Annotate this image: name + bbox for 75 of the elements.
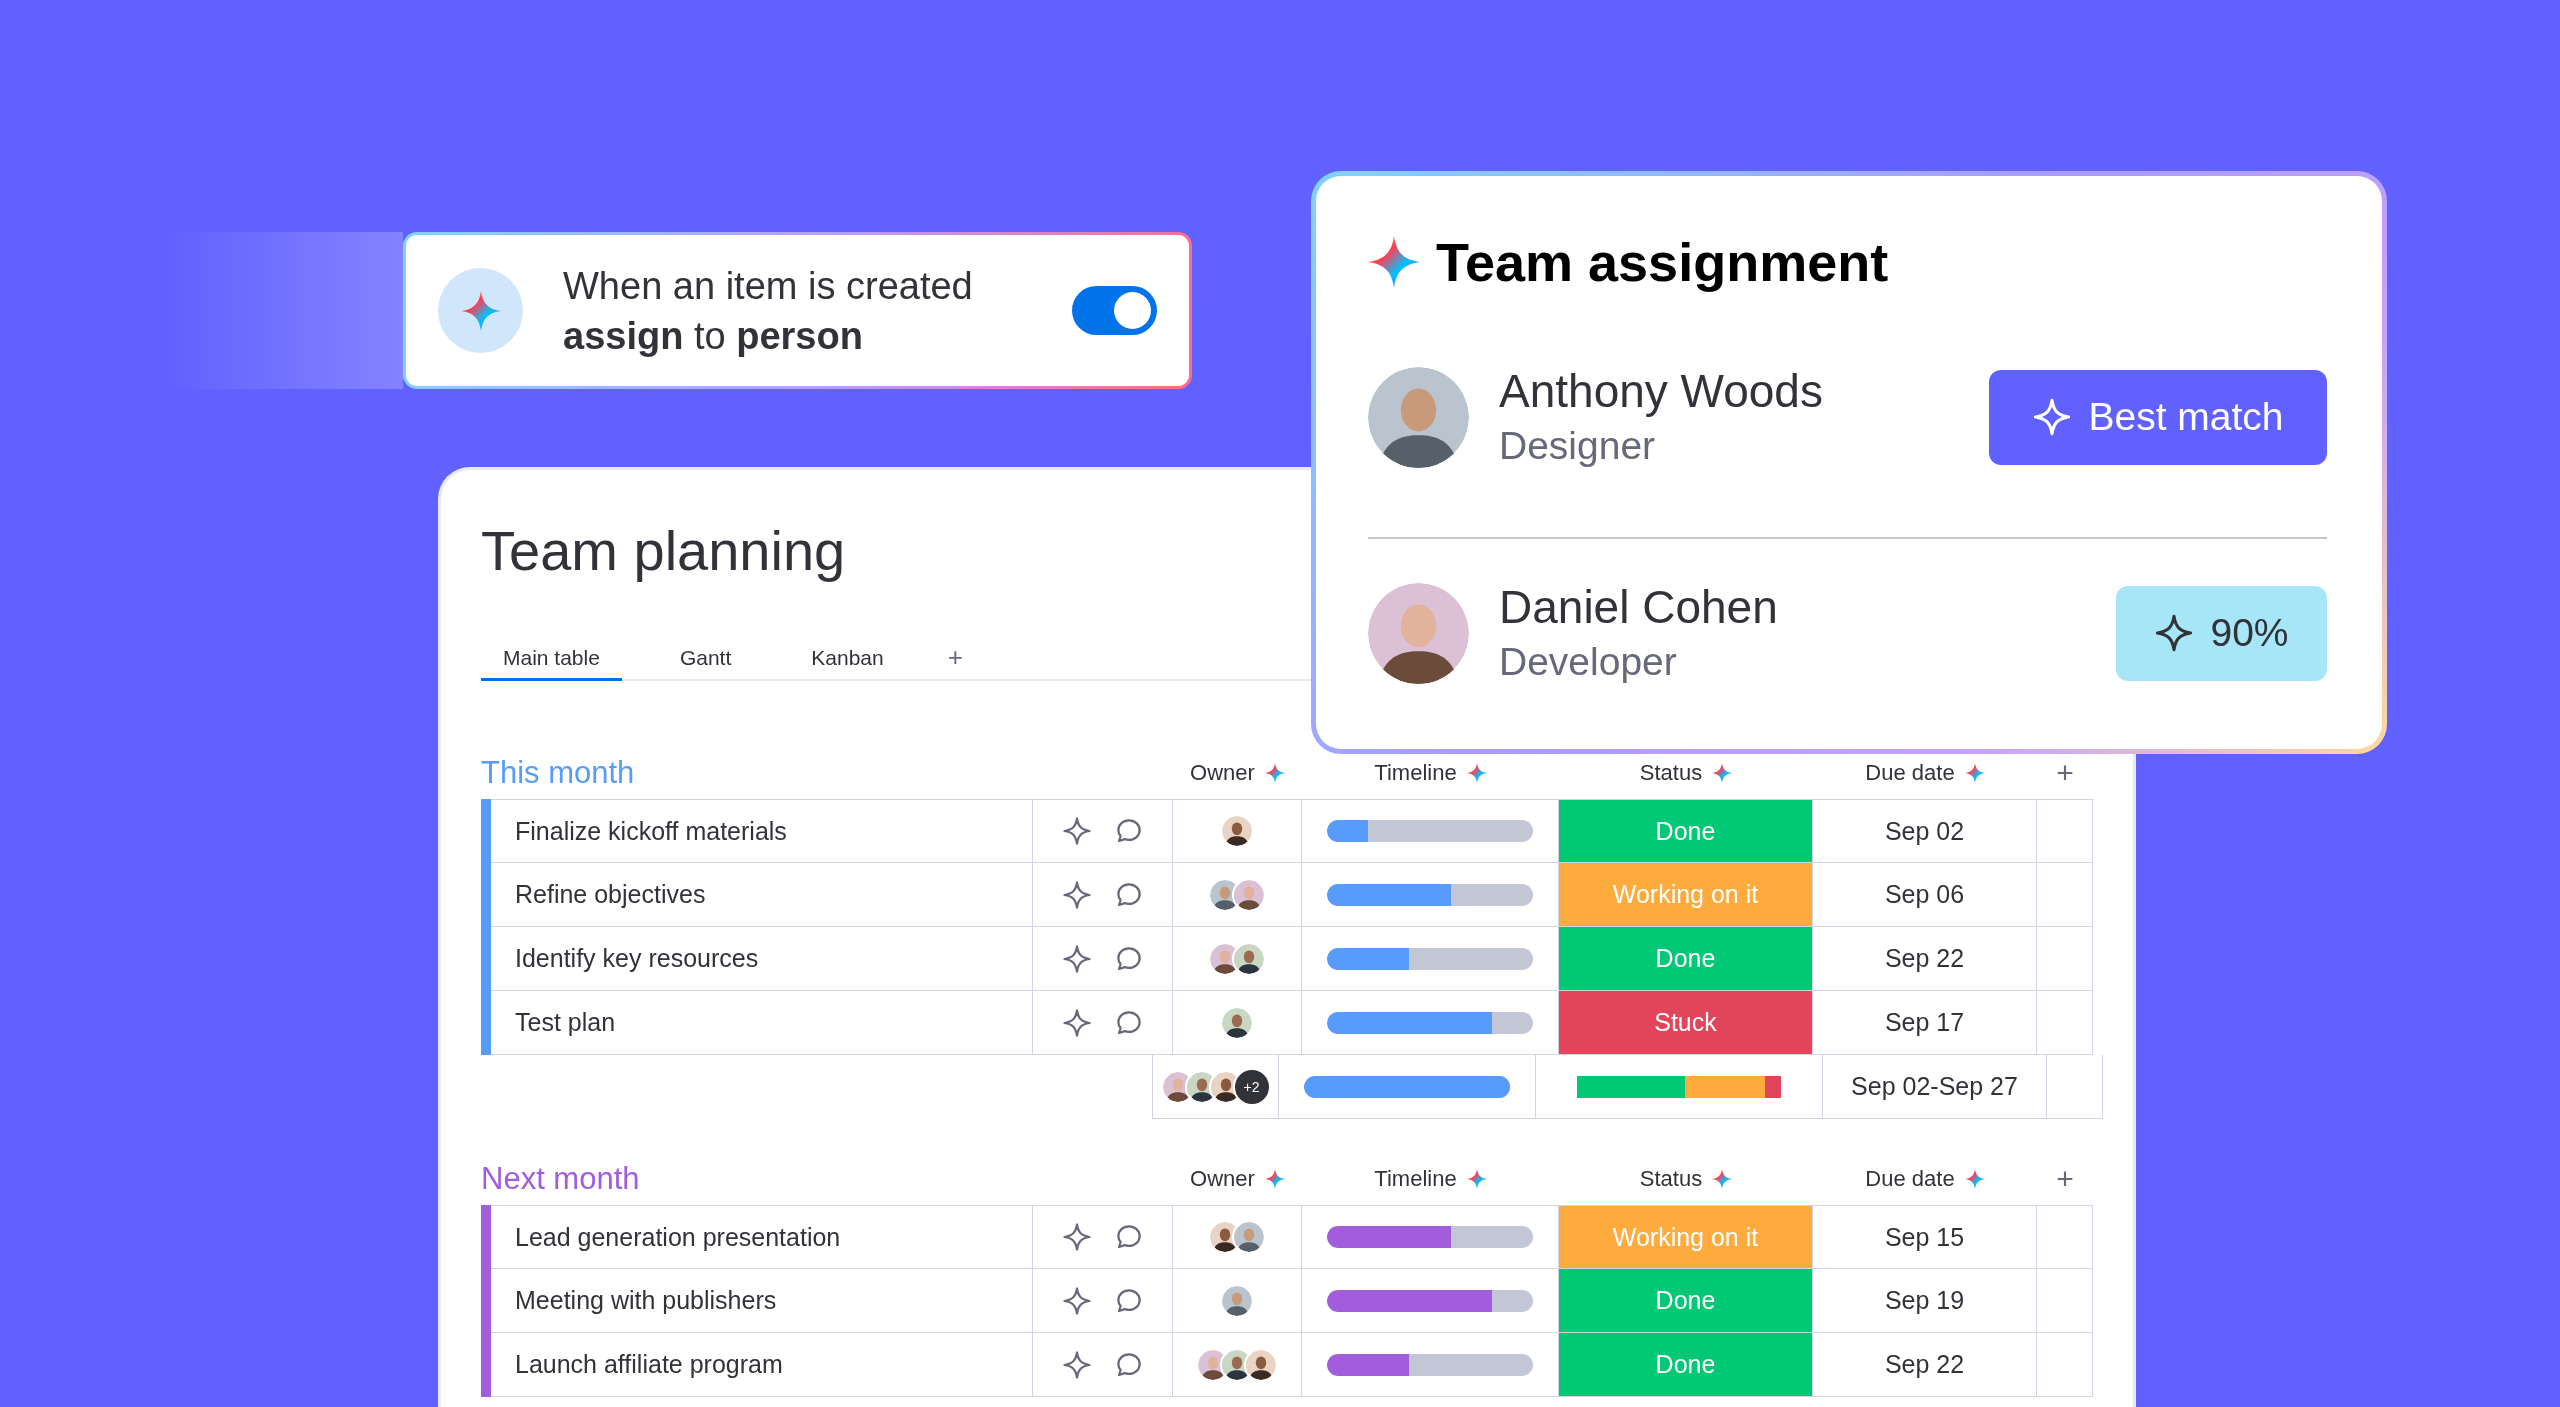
sparkle-icon: [1061, 1349, 1092, 1380]
due-date: Sep 15: [1884, 1222, 1965, 1252]
sparkle-icon: [2154, 613, 2195, 653]
sparkle-icon: [2032, 397, 2073, 437]
group-title[interactable]: This month: [481, 755, 1173, 791]
due-date: Sep 06: [1884, 880, 1965, 909]
timeline-bar[interactable]: [1327, 1226, 1533, 1248]
sparkle-icon: [1061, 1222, 1092, 1252]
sparkle-icon: [1061, 943, 1092, 974]
column-header: Timeline: [1374, 1166, 1457, 1192]
timeline-bar[interactable]: [1327, 947, 1533, 970]
trigger-text: When an item is created: [563, 263, 974, 309]
sparkle-icon: [1061, 1007, 1092, 1038]
person-avatar: [1232, 1220, 1266, 1254]
status-label[interactable]: Stuck: [1559, 991, 1813, 1055]
person-avatar: [1220, 1005, 1254, 1040]
more-owners-badge: +2: [1232, 1067, 1271, 1106]
due-date: Sep 02: [1884, 816, 1965, 846]
sparkle-icon: [1264, 763, 1285, 783]
timeline-bar[interactable]: [1327, 1289, 1533, 1312]
date-range: Sep 02-Sep 27: [1851, 1072, 2018, 1101]
column-header: Due date: [1865, 760, 1955, 786]
sparkle-icon: [1964, 1169, 1985, 1189]
add-column-button[interactable]: +: [2056, 756, 2074, 790]
board-title: Team planning: [481, 518, 847, 584]
person-role: Designer: [1499, 423, 1657, 469]
item-name[interactable]: Meeting with publishers: [515, 1286, 777, 1315]
column-header: Status: [1639, 1166, 1703, 1192]
person-role: Developer: [1499, 639, 1678, 685]
column-header: Owner: [1190, 1166, 1255, 1192]
due-date: Sep 17: [1884, 1008, 1965, 1037]
sparkle-icon: [1061, 879, 1092, 910]
sparkle-icon: [1061, 1285, 1092, 1316]
best-match-badge: Best match: [1989, 369, 2327, 465]
person-avatar: [1232, 877, 1266, 912]
due-date: Sep 22: [1884, 944, 1965, 973]
column-header: Owner: [1190, 760, 1255, 786]
sparkle-icon: [1466, 1169, 1487, 1189]
toggle-switch[interactable]: [1072, 286, 1157, 335]
sparkle-icon: [1264, 1169, 1285, 1189]
due-date: Sep 19: [1884, 1286, 1965, 1315]
timeline-bar[interactable]: [1327, 1011, 1533, 1034]
group-title[interactable]: Next month: [481, 1161, 1173, 1197]
add-column-button[interactable]: +: [2056, 1162, 2074, 1196]
person-avatar: [1232, 941, 1266, 976]
card-title: Team assignment: [1436, 231, 1889, 293]
due-date: Sep 22: [1884, 1350, 1965, 1379]
item-name[interactable]: Launch affiliate program: [515, 1350, 783, 1379]
view-tab[interactable]: Gantt: [657, 637, 754, 681]
sparkle-icon: [1368, 236, 1420, 288]
add-view-button[interactable]: +: [941, 637, 969, 681]
sparkle-icon: [1712, 1169, 1733, 1189]
item-name[interactable]: Identify key resources: [515, 944, 759, 973]
person-avatar: [1220, 814, 1254, 848]
timeline-bar[interactable]: [1327, 1353, 1533, 1376]
person-avatar: [1220, 1283, 1254, 1318]
view-tab[interactable]: Main table: [481, 637, 622, 681]
sparkle-icon: [1964, 763, 1985, 783]
person-name: Anthony Woods: [1499, 364, 1824, 419]
timeline-bar[interactable]: [1327, 820, 1533, 842]
item-name[interactable]: Test plan: [515, 1008, 616, 1037]
view-tab[interactable]: Kanban: [789, 637, 906, 681]
action-text: assign to person: [563, 313, 864, 359]
timeline-bar[interactable]: [1327, 883, 1533, 906]
column-header: Due date: [1865, 1166, 1955, 1192]
sparkle-icon: [460, 290, 501, 331]
person-name: Daniel Cohen: [1499, 580, 1779, 635]
match-score-badge: 90%: [2116, 585, 2327, 681]
sparkle-icon: [1061, 816, 1092, 846]
item-name[interactable]: Refine objectives: [515, 880, 706, 909]
sparkle-icon: [1466, 763, 1487, 783]
person-avatar: [1244, 1347, 1278, 1382]
sparkle-icon: [1712, 763, 1733, 783]
column-header: Timeline: [1374, 760, 1457, 786]
column-header: Status: [1639, 760, 1703, 786]
